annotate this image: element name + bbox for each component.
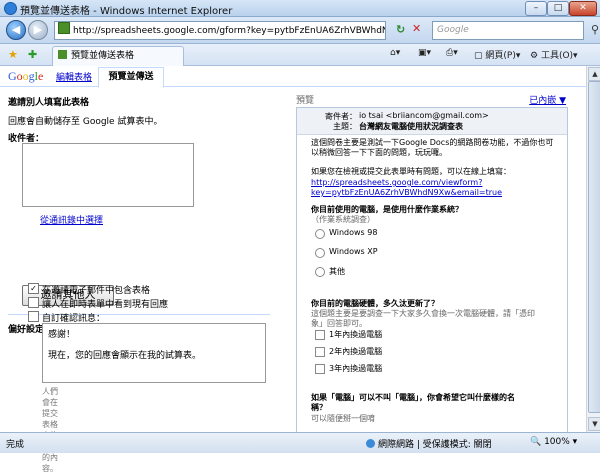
preview-label: 預覽 [296,96,315,106]
url-field[interactable]: http://spreadsheets.google.com/gform?key… [54,21,386,40]
q1-radio-1[interactable] [315,229,325,239]
q3-help: 可以隨便掰一個唷 [311,414,375,423]
globe-icon [366,439,375,448]
stop-icon[interactable]: ✕ [412,22,421,35]
add-favorite-icon[interactable]: ✚ [28,48,37,61]
tab-preview-send-active[interactable]: 預覽並傳送 [98,67,164,88]
minimize-button[interactable]: – [525,1,547,16]
status-bar: 完成 網際網路 | 受保護模式: 關閉 🔍 100% ▾ [0,432,600,453]
q3-title: 如果「電腦」可以不叫「電腦」，你會希望它叫什麼樣的名 [311,393,515,402]
home-icon[interactable]: ⌂▾ [390,48,400,58]
invite-title: 邀請別人填寫此表格 [8,98,90,108]
subject-value: 台灣網友電腦使用狀況調查表 [359,122,463,131]
search-input[interactable]: Google ⚲ [432,21,599,40]
page-menu[interactable]: ▢ 網頁(P)▾ [474,48,520,61]
form-link-2[interactable]: key=pytbFzEnUA6ZrhVBWhdN9Xw&email=true [311,188,502,197]
q1-help: （作業系統調查） [311,215,375,224]
tab-edit-form[interactable]: 編輯表格 [56,70,92,83]
search-icon[interactable]: ⚲ [591,21,599,38]
page-icon [58,22,70,34]
window-title: 預覽並傳送表格 - Windows Internet Explorer [20,6,233,17]
pref-include-form[interactable]: ✓ 在邀請電子郵件中包含表格 [28,283,150,296]
security-zone: 網際網路 | 受保護模式: 關閉 [366,437,492,450]
pref-show-responses-checkbox[interactable] [28,297,39,308]
from-value: io tsai <briiancom@gmail.com> [359,111,489,120]
favorites-star-icon[interactable]: ★ [8,48,18,61]
pref-include-form-checkbox[interactable]: ✓ [28,283,39,294]
print-icon[interactable]: ⎙▾ [446,48,458,58]
pref-custom-confirm-checkbox[interactable] [28,311,39,322]
tab-preview-send[interactable]: 預覽並傳送表格 [52,46,184,66]
tab-bar: ★ ✚ 預覽並傳送表格 ⌂▾ ▣▾ ⎙▾ ▢ 網頁(P)▾ ⚙ 工具(O)▾ [0,44,600,66]
q1-radio-3[interactable] [315,267,325,277]
q1-radio-2[interactable] [315,248,325,258]
email-preview: 寄件者： io tsai <briiancom@gmail.com> 主題： 台… [296,107,568,432]
tools-menu[interactable]: ⚙ 工具(O)▾ [530,48,578,61]
pref-show-responses[interactable]: 讓人在即時表單中看到現有回應 [28,297,168,310]
recipients-input[interactable] [22,143,194,207]
q2-checkbox-2[interactable] [315,347,325,357]
ie-logo-icon [4,2,17,15]
tab-page-icon [58,50,67,59]
google-logo: Google [8,69,44,83]
email-header: 寄件者： io tsai <briiancom@gmail.com> 主題： 台… [297,108,567,135]
q2-checkbox-1[interactable] [315,330,325,340]
address-bar: ◀ ▶ http://spreadsheets.google.com/gform… [0,17,600,44]
form-link[interactable]: http://spreadsheets.google.com/viewform? [311,178,482,187]
forward-button[interactable]: ▶ [28,20,48,40]
right-panel: 預覽 已內嵌 ▼ 寄件者： io tsai <briiancom@gmail.c… [290,87,576,432]
back-button[interactable]: ◀ [6,20,26,40]
refresh-icon[interactable]: ↻ [396,23,405,36]
embed-dropdown[interactable]: 已內嵌 ▼ [529,93,566,106]
q2-checkbox-3[interactable] [315,364,325,374]
scroll-thumb[interactable] [588,81,600,413]
trouble-text: 如果您在檢視或提交此表單時有問題，可以在線上填寫： [311,167,511,176]
confirm-hint: 人們會在提交表格之後看見的內容。 [42,387,58,473]
maximize-button[interactable]: □ [547,1,569,16]
scroll-up-icon[interactable]: ▲ [588,67,600,81]
intro-text: 這個問卷主要是測試一下Google Docs的網路問卷功能，不過你也可以稍微回答… [311,138,554,157]
auto-save-note: 回應會自動儲存至 Google 試算表中。 [8,117,163,127]
google-tabs: Google 編輯表格 預覽並傳送 [0,66,586,88]
title-bar: 預覽並傳送表格 - Windows Internet Explorer – □ … [0,0,600,17]
pick-contacts-link[interactable]: 從通訊錄中選擇 [40,213,103,226]
feeds-icon[interactable]: ▣▾ [418,48,431,58]
status-text: 完成 [6,440,25,450]
close-button[interactable]: ✕ [569,1,597,16]
confirm-message-input[interactable]: 感謝！ 現在，您的回應會顯示在我的試算表。 [42,323,266,383]
vertical-scrollbar[interactable]: ▲ ▼ [586,66,600,432]
zoom-control[interactable]: 🔍 100% ▾ [530,437,577,447]
prefs-title: 偏好設定 [8,325,45,335]
scroll-down-icon[interactable]: ▼ [588,417,600,431]
